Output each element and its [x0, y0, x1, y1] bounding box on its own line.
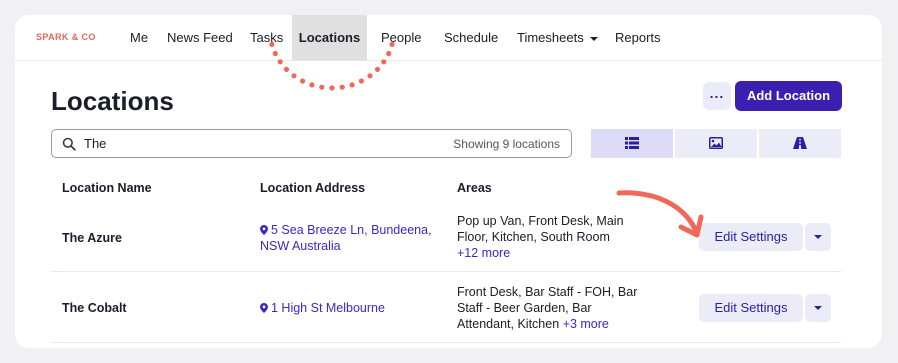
location-address-text: 1 High St Melbourne: [271, 301, 385, 315]
image-icon: [709, 137, 723, 149]
dotted-highlight-annotation: [269, 41, 395, 91]
list-view-toggle[interactable]: [591, 129, 673, 158]
top-nav: SPARK & CO Me News Feed Tasks Locations …: [15, 15, 882, 61]
list-icon: [625, 137, 639, 149]
search-icon: [62, 137, 76, 151]
location-name-the-azure[interactable]: The Azure: [62, 231, 122, 245]
location-address-link[interactable]: 5 Sea Breeze Ln, Bundeena, NSW Australia: [260, 222, 445, 254]
location-address-text: 5 Sea Breeze Ln, Bundeena, NSW Australia: [260, 223, 432, 253]
nav-item-me[interactable]: Me: [130, 15, 148, 60]
annotation-dot: [309, 82, 315, 88]
map-pin-icon: [260, 303, 268, 313]
column-header-areas: Areas: [457, 181, 492, 195]
add-location-button[interactable]: Add Location: [735, 81, 842, 111]
areas-list: Pop up Van, Front Desk, Main Floor, Kitc…: [457, 214, 624, 244]
annotation-dot: [358, 78, 364, 84]
areas-more-link[interactable]: +12 more: [457, 246, 510, 260]
curved-arrow-annotation: [616, 190, 704, 238]
column-header-location-name: Location Name: [62, 181, 152, 195]
annotation-dot: [381, 59, 387, 65]
chevron-down-icon: [814, 306, 822, 310]
chevron-down-icon: [589, 36, 598, 41]
column-header-location-address: Location Address: [260, 181, 366, 195]
map-view-toggle[interactable]: [759, 129, 841, 158]
location-areas: Front Desk, Bar Staff - FOH, Bar Staff -…: [457, 284, 642, 332]
annotation-dot: [339, 84, 345, 90]
annotation-dot: [386, 50, 392, 57]
annotation-dot: [277, 59, 283, 65]
brand-logo[interactable]: SPARK & CO: [36, 32, 96, 42]
annotation-dot: [349, 82, 355, 88]
search-result-count: Showing 9 locations: [453, 137, 560, 151]
more-options-button[interactable]: ...: [703, 82, 731, 110]
row-actions-dropdown[interactable]: [805, 294, 831, 322]
row-actions-dropdown[interactable]: [805, 223, 831, 251]
image-view-toggle[interactable]: [675, 129, 757, 158]
search-box: Showing 9 locations: [51, 129, 572, 158]
annotation-dot: [272, 50, 278, 57]
nav-item-timesheets-label: Timesheets: [517, 30, 584, 45]
areas-list: Front Desk, Bar Staff - FOH, Bar Staff -…: [457, 285, 638, 331]
location-name-the-cobalt[interactable]: The Cobalt: [62, 301, 127, 315]
page-title: Locations: [51, 86, 174, 116]
annotation-dot: [329, 85, 335, 91]
edit-settings-button[interactable]: Edit Settings: [699, 294, 803, 322]
row-divider: [51, 342, 841, 343]
annotation-dot: [283, 66, 290, 72]
annotation-dot: [374, 66, 381, 72]
annotation-dot: [367, 73, 373, 79]
row-divider: [51, 271, 841, 272]
nav-item-news-feed[interactable]: News Feed: [167, 15, 233, 60]
annotation-dot: [291, 73, 297, 79]
chevron-down-icon: [814, 235, 822, 239]
map-icon: [793, 137, 807, 149]
nav-item-schedule[interactable]: Schedule: [444, 15, 498, 60]
nav-item-timesheets[interactable]: Timesheets: [517, 15, 598, 60]
annotation-dot: [319, 84, 325, 90]
annotation-dot: [300, 78, 306, 84]
areas-more-link[interactable]: +3 more: [563, 317, 609, 331]
annotation-dot: [389, 41, 395, 47]
app-card: SPARK & CO Me News Feed Tasks Locations …: [15, 15, 882, 348]
nav-item-reports[interactable]: Reports: [615, 15, 661, 60]
annotation-dot: [269, 41, 275, 47]
location-address-link[interactable]: 1 High St Melbourne: [260, 300, 445, 316]
map-pin-icon: [260, 225, 268, 235]
search-input[interactable]: [84, 133, 404, 154]
